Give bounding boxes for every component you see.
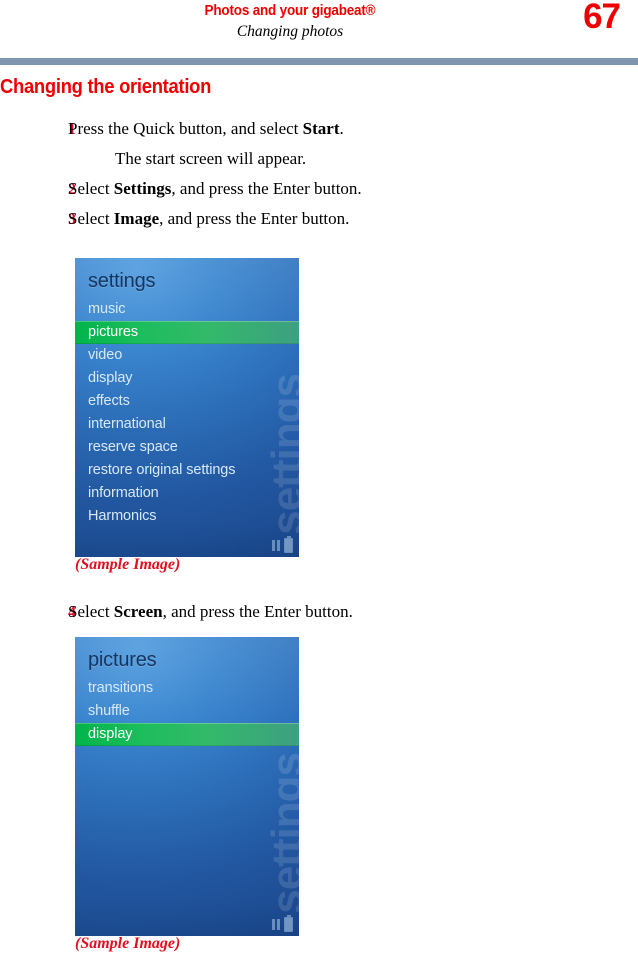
page-number: 67 [583,0,621,36]
list-item: 4 Select Screen, and press the Enter but… [0,598,560,626]
screen-watermark: settings [262,753,299,914]
pause-icon [272,540,280,551]
device-menu-item-shuffle[interactable]: shuffle [75,700,299,723]
pause-icon [272,919,280,930]
device-screen-title: pictures [88,649,157,671]
step-text: Select Settings, and press the Enter but… [68,175,362,203]
step-text-before: Press the Quick button, and select [68,119,303,138]
step-number: 2 [68,181,76,198]
header-divider [0,58,638,65]
device-menu-item-reserve-space[interactable]: reserve space [75,436,299,459]
device-menu: transitions shuffle display [75,677,299,746]
device-menu-item-harmonics[interactable]: Harmonics [75,505,299,528]
step-text: Press the Quick button, and select Start… [68,115,344,143]
device-menu-item-transitions[interactable]: transitions [75,677,299,700]
step-emphasis: Image [113,209,160,228]
device-menu-item-restore-original-settings[interactable]: restore original settings [75,459,299,482]
device-screenshot-pictures: settings pictures transitions shuffle di… [75,637,299,936]
step-subtext: The start screen will appear. [115,149,307,168]
step-list: 1 Press the Quick button, and select Sta… [0,115,560,235]
list-item: 3 Select Image, and press the Enter butt… [0,205,560,233]
device-menu-item-pictures[interactable]: pictures [75,321,299,344]
step-text-before: Select [68,179,114,198]
header-titles: Photos and your gigabeat® Changing photo… [0,2,638,42]
device-menu: music pictures video display effects int… [75,298,299,528]
page-header: Photos and your gigabeat® Changing photo… [0,0,638,56]
step-list-continued: 4 Select Screen, and press the Enter but… [0,598,560,628]
device-status-bar [272,536,293,553]
device-screen-content: pictures transitions shuffle display [75,637,299,746]
device-menu-item-effects[interactable]: effects [75,390,299,413]
device-menu-item-display[interactable]: display [75,367,299,390]
step-text-after: , and press the Enter button. [171,179,362,198]
step-text-before: Select [68,602,114,621]
device-menu-item-video[interactable]: video [75,344,299,367]
device-menu-item-music[interactable]: music [75,298,299,321]
page-title: Photos and your gigabeat® [204,3,376,19]
figure-caption: (Sample Image) [75,556,181,573]
battery-icon [284,536,293,553]
device-screenshot-settings: settings settings music pictures video d… [75,258,299,557]
device-menu-item-international[interactable]: international [75,413,299,436]
step-text-after: . [339,119,344,138]
step-emphasis: Settings [113,179,172,198]
step-text: Select Image, and press the Enter button… [68,205,349,233]
step-text-after: , and press the Enter button. [162,602,353,621]
device-screen-content: settings music pictures video display ef… [75,258,299,528]
device-status-bar [272,915,293,932]
step-number: 4 [68,604,76,621]
list-item: 1 Press the Quick button, and select Sta… [0,115,560,143]
step-number: 3 [68,211,76,228]
step-text-before: Select [68,209,114,228]
step-text-after: , and press the Enter button. [159,209,350,228]
device-menu-item-information[interactable]: information [75,482,299,505]
step-text: Select Screen, and press the Enter butto… [68,598,353,626]
battery-icon [284,915,293,932]
step-emphasis: Start [302,119,340,138]
step-emphasis: Screen [113,602,163,621]
device-screen-title: settings [88,270,156,292]
device-menu-item-display[interactable]: display [75,723,299,746]
step-number: 1 [68,121,76,138]
manual-page: Photos and your gigabeat® Changing photo… [0,0,638,959]
page-subtitle: Changing photos [236,23,344,40]
section-heading: Changing the orientation [0,76,212,98]
list-item: 2 Select Settings, and press the Enter b… [0,175,560,203]
figure-caption: (Sample Image) [75,935,181,952]
